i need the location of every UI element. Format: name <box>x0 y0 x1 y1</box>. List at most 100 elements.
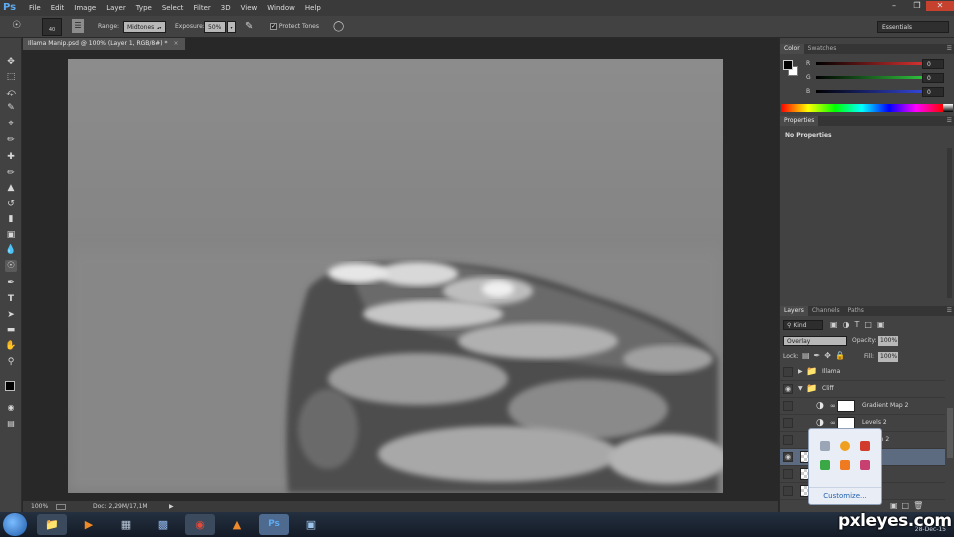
menu-file[interactable]: File <box>24 0 46 16</box>
document-tab[interactable]: Illama Manip.psd @ 100% (Layer 1, RGB/8#… <box>23 38 185 50</box>
tray-update-icon[interactable] <box>840 460 850 470</box>
photoshop-taskbar-icon[interactable]: Ps <box>259 514 289 535</box>
tab-paths[interactable]: Paths <box>844 306 868 316</box>
history-brush-tool-icon[interactable]: ↺ <box>5 198 17 210</box>
marquee-tool-icon[interactable]: ⬚ <box>5 71 17 83</box>
chevron-right-icon[interactable]: ▶ <box>798 364 803 380</box>
menu-select[interactable]: Select <box>157 0 189 16</box>
quick-mask-icon[interactable]: ◉ <box>5 402 17 414</box>
layer-filter-select[interactable]: ⚲ Kind <box>783 320 823 330</box>
tray-security-icon[interactable] <box>820 460 830 470</box>
visibility-eye-icon[interactable]: ◉ <box>783 452 793 462</box>
explorer-taskbar-icon[interactable]: 📁 <box>37 514 67 535</box>
start-button[interactable] <box>3 513 27 536</box>
brush-tool-icon[interactable]: ✏ <box>5 167 17 179</box>
tab-color[interactable]: Color <box>780 44 804 54</box>
dodge-tool-icon[interactable]: ☉ <box>12 20 21 32</box>
color-panel-menu-icon[interactable]: ☰ <box>947 44 952 54</box>
properties-panel-menu-icon[interactable]: ☰ <box>947 116 952 126</box>
color-spectrum-bar[interactable] <box>781 104 943 112</box>
tab-layers[interactable]: Layers <box>780 306 808 316</box>
channel-value-input[interactable]: 0 <box>922 59 944 69</box>
menu-layer[interactable]: Layer <box>101 0 131 16</box>
tray-app-icon[interactable] <box>820 441 830 451</box>
tab-swatches[interactable]: Swatches <box>804 44 841 54</box>
blend-mode-select[interactable]: Overlay <box>783 336 847 346</box>
exposure-input[interactable]: 50% <box>204 21 226 33</box>
tray-sync-icon[interactable] <box>840 441 850 451</box>
menu-filter[interactable]: Filter <box>188 0 215 16</box>
zoom-tool-icon[interactable]: ⚲ <box>5 356 17 368</box>
eyedropper-tool-icon[interactable]: ✏ <box>5 134 17 146</box>
media-player-taskbar-icon[interactable]: ▶ <box>74 514 104 535</box>
close-window-button[interactable]: ✕ <box>926 1 954 11</box>
calculator-taskbar-icon[interactable]: ▦ <box>111 514 141 535</box>
menu-3d[interactable]: 3D <box>216 0 236 16</box>
tray-monitor-icon[interactable] <box>860 460 870 470</box>
menu-image[interactable]: Image <box>69 0 101 16</box>
properties-scrollbar[interactable] <box>947 148 952 298</box>
vlc-taskbar-icon[interactable]: ▲ <box>222 514 252 535</box>
visibility-eye-icon[interactable] <box>783 418 793 428</box>
tray-customize-link[interactable]: Customize... <box>809 487 881 504</box>
lock-icons[interactable]: ▤✒✥🔒 <box>802 351 849 360</box>
menu-view[interactable]: View <box>236 0 263 16</box>
menu-type[interactable]: Type <box>131 0 157 16</box>
channel-slider[interactable] <box>816 76 922 79</box>
brush-panel-icon[interactable]: ☰ <box>72 19 84 33</box>
path-selection-tool-icon[interactable]: ➤ <box>5 309 17 321</box>
layers-bottom-buttons[interactable]: ▣□🗑 <box>890 501 927 510</box>
layer-mask-thumbnail[interactable] <box>837 400 855 412</box>
pressure-size-icon[interactable]: ◯ <box>333 21 344 33</box>
screen-mode-icon[interactable]: ▤ <box>5 418 17 430</box>
range-select[interactable]: Midtones <box>123 21 166 33</box>
chevron-down-icon[interactable]: ▼ <box>798 381 803 397</box>
menu-edit[interactable]: Edit <box>46 0 70 16</box>
layers-scrollbar[interactable] <box>947 408 953 458</box>
tray-user-icon[interactable] <box>860 441 870 451</box>
color-spectrum-bw[interactable] <box>943 104 953 112</box>
brush-preset-picker[interactable]: 40 <box>42 18 62 36</box>
tab-channels[interactable]: Channels <box>808 306 844 316</box>
close-document-icon[interactable]: × <box>173 40 178 47</box>
channel-slider[interactable] <box>816 62 922 65</box>
visibility-eye-icon[interactable] <box>783 486 793 496</box>
visibility-eye-icon[interactable] <box>783 469 793 479</box>
airbrush-icon[interactable]: ✎ <box>245 21 253 33</box>
chrome-taskbar-icon[interactable]: ◉ <box>185 514 215 535</box>
layer-row[interactable]: ▶ 📁 Illama <box>780 364 945 381</box>
layer-row[interactable]: ◉ ▼ 📁 Cliff <box>780 381 945 398</box>
clone-stamp-tool-icon[interactable]: ▲ <box>5 182 17 194</box>
tab-properties[interactable]: Properties <box>780 116 819 126</box>
network-taskbar-icon[interactable]: ▩ <box>148 514 178 535</box>
image-viewer-taskbar-icon[interactable]: ▣ <box>296 514 326 535</box>
visibility-eye-icon[interactable] <box>783 367 793 377</box>
opacity-input[interactable]: 100% <box>878 336 898 346</box>
layers-panel-menu-icon[interactable]: ☰ <box>947 306 952 316</box>
move-tool-icon[interactable]: ✥ <box>5 56 17 68</box>
workspace-select[interactable]: Essentials <box>877 21 949 33</box>
quick-selection-tool-icon[interactable]: ✎ <box>5 102 17 114</box>
channel-value-input[interactable]: 0 <box>922 87 944 97</box>
visibility-eye-icon[interactable]: ◉ <box>783 384 793 394</box>
channel-slider[interactable] <box>816 90 922 93</box>
gradient-tool-icon[interactable]: ▣ <box>5 229 17 241</box>
pen-tool-icon[interactable]: ✒ <box>5 277 17 289</box>
menu-window[interactable]: Window <box>262 0 300 16</box>
type-tool-icon[interactable]: T <box>5 293 17 305</box>
document-canvas[interactable] <box>68 59 723 493</box>
exposure-dropdown[interactable]: ▾ <box>227 21 236 33</box>
layer-filter-icons[interactable]: ▣◑T□▣ <box>830 320 890 329</box>
hand-tool-icon[interactable]: ✋ <box>5 340 17 352</box>
healing-brush-tool-icon[interactable]: ✚ <box>5 151 17 163</box>
fill-input[interactable]: 100% <box>878 352 898 362</box>
protect-tones-checkbox[interactable]: ✓ <box>270 23 277 30</box>
menu-help[interactable]: Help <box>300 0 326 16</box>
protect-tones-option[interactable]: ✓ Protect Tones <box>270 21 319 33</box>
foreground-color-swatch[interactable] <box>5 381 15 391</box>
dodge-tool-icon[interactable]: ☉ <box>5 260 17 272</box>
status-info-icon[interactable] <box>56 504 66 510</box>
crop-tool-icon[interactable]: ⌖ <box>5 118 17 130</box>
visibility-eye-icon[interactable] <box>783 435 793 445</box>
blur-tool-icon[interactable]: 💧 <box>5 244 17 256</box>
